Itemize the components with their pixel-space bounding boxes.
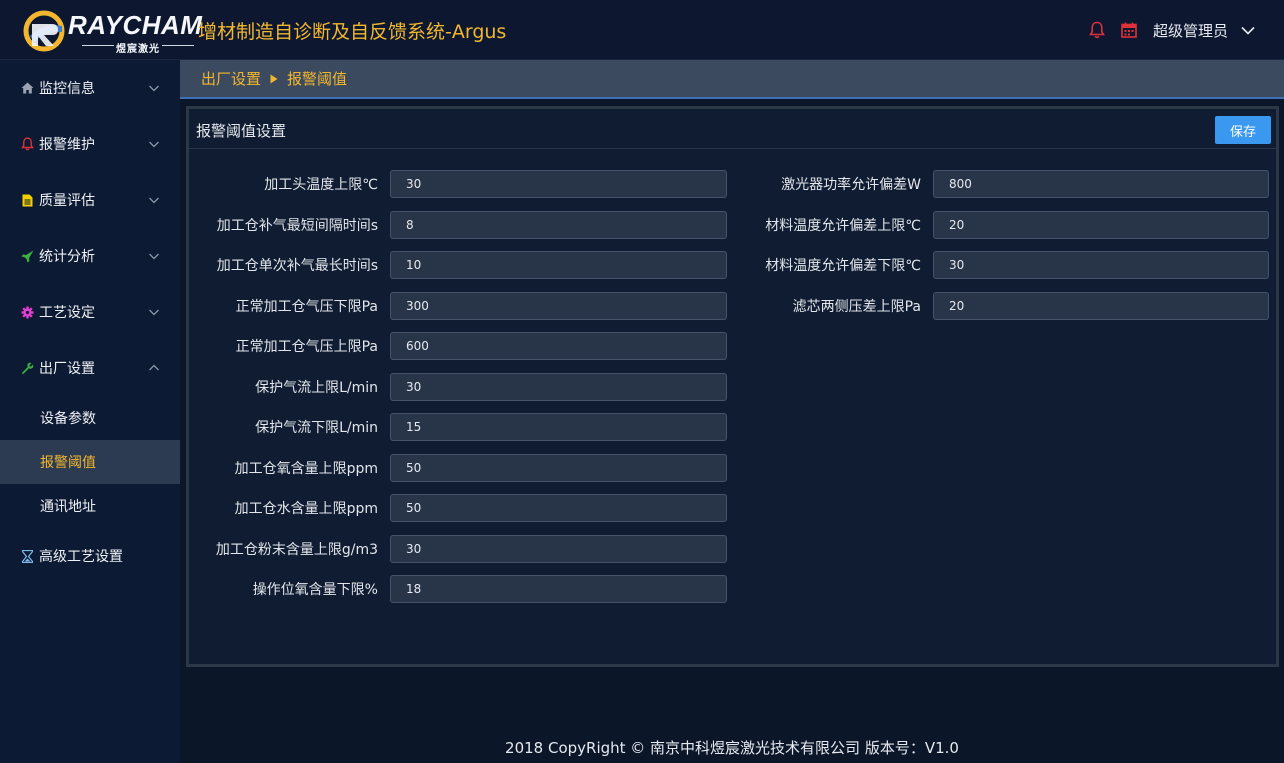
field-row: 加工仓氧含量上限ppm 50 — [186, 454, 727, 482]
gear-icon — [20, 305, 34, 319]
field-label: 材料温度允许偏差下限℃ — [765, 258, 921, 274]
field-row: 材料温度允许偏差下限℃ 30 — [738, 251, 1269, 279]
field-label: 加工头温度上限℃ — [264, 177, 378, 193]
field-row: 加工仓粉末含量上限g/m3 30 — [186, 535, 727, 563]
water-upper-input[interactable]: 50 — [390, 494, 727, 522]
breadcrumb-item[interactable]: 出厂设置 — [201, 68, 261, 89]
document-icon — [20, 193, 34, 207]
chevron-down-icon — [149, 253, 159, 260]
field-row: 加工头温度上限℃ 30 — [186, 170, 727, 198]
refill-max-duration-input[interactable]: 10 — [390, 251, 727, 279]
shield-gas-upper-input[interactable]: 30 — [390, 373, 727, 401]
top-header: RAYCHAM 煜宸激光 增材制造自诊断及自反馈系统-Argus 超级管理员 — [0, 0, 1284, 60]
sidebar-item-factory-settings[interactable]: 出厂设置 — [0, 340, 180, 396]
field-label: 材料温度允许偏差上限℃ — [765, 218, 921, 234]
field-row: 正常加工仓气压下限Pa 300 — [186, 292, 727, 320]
material-temp-dev-upper-input[interactable]: 20 — [933, 211, 1269, 239]
chamber-pressure-upper-input[interactable]: 600 — [390, 332, 727, 360]
footer-copyright: 2018 CopyRight © 南京中科煜宸激光技术有限公司 版本号：V1.0 — [505, 739, 959, 757]
laser-power-deviation-input[interactable]: 800 — [933, 170, 1269, 198]
rocket-icon — [20, 249, 34, 263]
operator-oxygen-lower-input[interactable]: 18 — [390, 575, 727, 603]
sidebar-item-label: 质量评估 — [39, 193, 95, 209]
field-label: 保护气流下限L/min — [255, 420, 378, 436]
field-row: 保护气流下限L/min 15 — [186, 413, 727, 441]
field-row: 激光器功率允许偏差W 800 — [738, 170, 1269, 198]
sidebar-item-advanced-process[interactable]: 高级工艺设置 — [0, 528, 180, 584]
panel-title: 报警阈值设置 — [196, 122, 287, 140]
field-label: 激光器功率允许偏差W — [781, 177, 921, 193]
panel-header: 报警阈值设置 保存 — [189, 109, 1276, 149]
chevron-down-icon — [149, 309, 159, 316]
sidebar-item-label: 出厂设置 — [39, 361, 95, 377]
logo-text: RAYCHAM — [68, 10, 203, 40]
field-label: 正常加工仓气压上限Pa — [235, 339, 378, 355]
sidebar-item-label: 工艺设定 — [39, 305, 95, 321]
breadcrumb-current: 报警阈值 — [287, 70, 348, 88]
sidebar-subitem-alarm-threshold[interactable]: 报警阈值 — [0, 440, 180, 484]
field-label: 加工仓水含量上限ppm — [234, 501, 378, 517]
logo-mark — [23, 10, 65, 52]
material-temp-dev-lower-input[interactable]: 30 — [933, 251, 1269, 279]
sidebar-item-alarm[interactable]: 报警维护 — [0, 116, 180, 172]
field-label: 正常加工仓气压下限Pa — [235, 299, 378, 315]
calendar-icon[interactable] — [1119, 20, 1139, 40]
chevron-down-icon[interactable] — [1238, 20, 1258, 40]
oxygen-upper-input[interactable]: 50 — [390, 454, 727, 482]
sidebar-subitem-comm-address[interactable]: 通讯地址 — [0, 484, 180, 528]
bell-icon[interactable] — [1087, 20, 1107, 40]
sidebar-item-label: 高级工艺设置 — [39, 549, 123, 565]
field-row: 滤芯两侧压差上限Pa 20 — [738, 292, 1269, 320]
field-label: 加工仓粉末含量上限g/m3 — [215, 542, 378, 558]
field-label: 加工仓单次补气最长时间s — [216, 258, 378, 274]
field-label: 加工仓氧含量上限ppm — [234, 461, 378, 477]
sidebar-item-label: 报警维护 — [39, 137, 95, 153]
sidebar-item-quality[interactable]: 质量评估 — [0, 172, 180, 228]
field-label: 保护气流上限L/min — [255, 380, 378, 396]
sidebar-subitem-device-params[interactable]: 设备参数 — [0, 396, 180, 440]
alarm-threshold-panel: 报警阈值设置 保存 加工头温度上限℃ 30 加工仓补气最短间隔时间s 8 加工仓… — [186, 106, 1279, 667]
field-row: 正常加工仓气压上限Pa 600 — [186, 332, 727, 360]
wrench-icon — [20, 361, 34, 375]
sidebar-item-label: 统计分析 — [39, 249, 95, 265]
home-icon — [20, 81, 34, 95]
sidebar-item-monitor[interactable]: 监控信息 — [0, 60, 180, 116]
chevron-down-icon — [149, 141, 159, 148]
logo: RAYCHAM 煜宸激光 — [22, 10, 202, 55]
bell-icon — [20, 137, 34, 151]
sidebar-item-statistics[interactable]: 统计分析 — [0, 228, 180, 284]
field-row: 保护气流上限L/min 30 — [186, 373, 727, 401]
breadcrumb: 出厂设置 报警阈值 — [180, 60, 1284, 99]
app-title: 增材制造自诊断及自反馈系统-Argus — [198, 21, 507, 43]
caret-right-icon — [270, 74, 278, 83]
field-row: 操作位氧含量下限% 18 — [186, 575, 727, 603]
head-temp-upper-input[interactable]: 30 — [390, 170, 727, 198]
logo-subtext: 煜宸激光 — [116, 44, 160, 55]
field-label: 滤芯两侧压差上限Pa — [792, 299, 921, 315]
field-row: 加工仓水含量上限ppm 50 — [186, 494, 727, 522]
user-menu[interactable]: 超级管理员 — [1153, 20, 1228, 41]
field-row: 材料温度允许偏差上限℃ 20 — [738, 211, 1269, 239]
sidebar-item-label: 监控信息 — [39, 81, 95, 97]
chevron-down-icon — [149, 85, 159, 92]
filter-pressure-diff-input[interactable]: 20 — [933, 292, 1269, 320]
chevron-down-icon — [149, 197, 159, 204]
powder-upper-input[interactable]: 30 — [390, 535, 727, 563]
hourglass-icon — [20, 549, 34, 563]
sidebar: 监控信息 报警维护 质量评估 统计分析 工艺设定 出厂设置 设备参数 报警阈值 … — [0, 60, 180, 763]
chevron-up-icon — [149, 364, 159, 371]
chamber-pressure-lower-input[interactable]: 300 — [390, 292, 727, 320]
sidebar-item-process[interactable]: 工艺设定 — [0, 284, 180, 340]
refill-min-interval-input[interactable]: 8 — [390, 211, 727, 239]
field-label: 加工仓补气最短间隔时间s — [216, 218, 378, 234]
shield-gas-lower-input[interactable]: 15 — [390, 413, 727, 441]
field-row: 加工仓单次补气最长时间s 10 — [186, 251, 727, 279]
field-label: 操作位氧含量下限% — [252, 582, 378, 598]
field-row: 加工仓补气最短间隔时间s 8 — [186, 211, 727, 239]
save-button[interactable]: 保存 — [1215, 116, 1271, 144]
